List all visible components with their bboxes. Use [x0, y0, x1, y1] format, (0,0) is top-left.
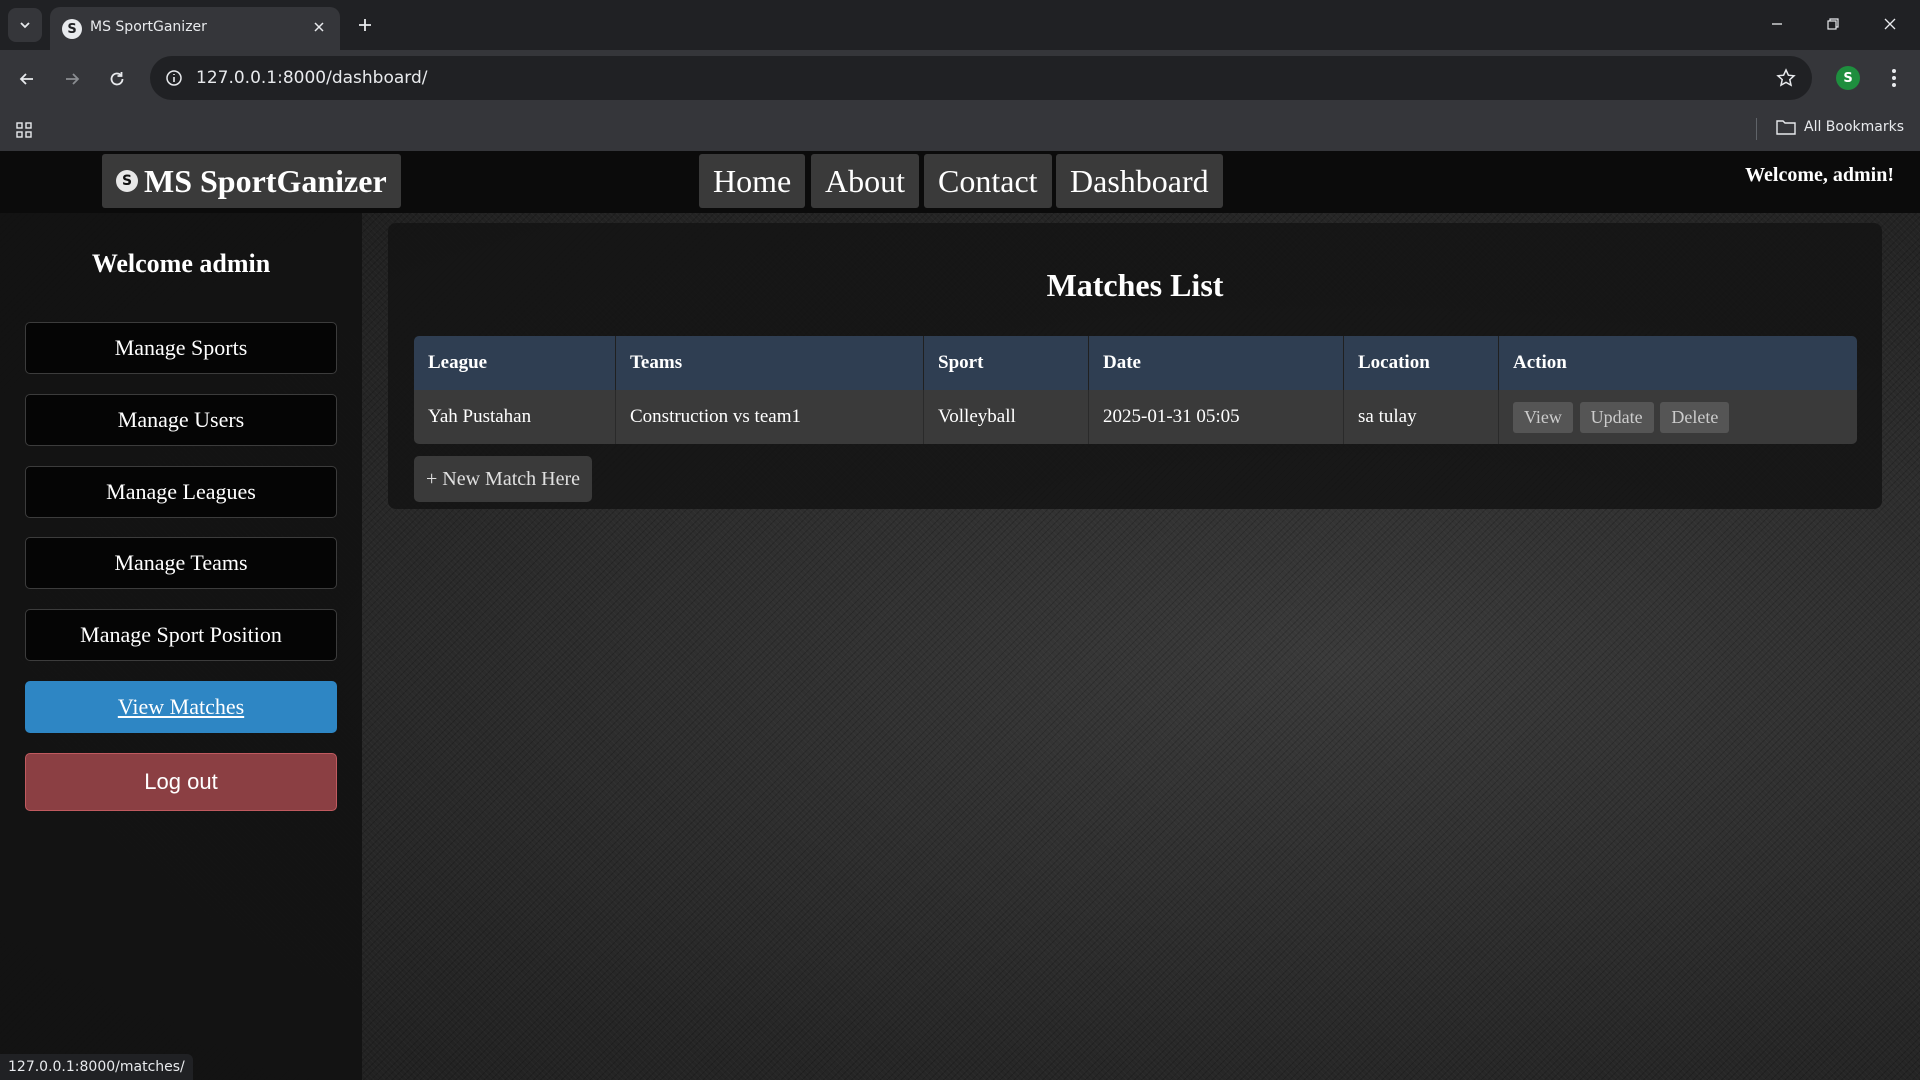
- sidebar-item-manage-sports[interactable]: Manage Sports: [25, 322, 337, 374]
- bookmark-star-icon[interactable]: [1774, 66, 1798, 90]
- reload-button[interactable]: [102, 64, 132, 94]
- reload-icon: [110, 72, 124, 86]
- status-bar-url: 127.0.0.1:8000/matches/: [0, 1054, 193, 1080]
- site-info-icon[interactable]: [162, 66, 186, 90]
- header-location: Location: [1344, 336, 1499, 390]
- browser-toolbar: 127.0.0.1:8000/dashboard/: [0, 50, 1920, 108]
- cell-sport: Volleyball: [924, 390, 1089, 444]
- sidebar-item-view-matches[interactable]: View Matches: [25, 681, 337, 733]
- cell-date: 2025-01-31 05:05: [1089, 390, 1344, 444]
- welcome-user: Welcome, admin!: [1745, 164, 1894, 186]
- tab-search-button[interactable]: [8, 8, 42, 42]
- browser-tabstrip: S MS SportGanizer: [0, 0, 1920, 50]
- nav-about[interactable]: About: [811, 154, 919, 208]
- browser-menu-icon[interactable]: [1882, 64, 1906, 92]
- sidebar-item-manage-leagues[interactable]: Manage Leagues: [25, 466, 337, 518]
- nav-contact[interactable]: Contact: [924, 154, 1052, 208]
- plus-icon: [359, 19, 371, 31]
- header-sport: Sport: [924, 336, 1089, 390]
- cell-league: Yah Pustahan: [414, 390, 616, 444]
- sidebar: Welcome admin Manage Sports Manage Users…: [0, 213, 362, 1080]
- arrow-left-icon: [19, 73, 33, 85]
- address-bar[interactable]: 127.0.0.1:8000/dashboard/: [150, 56, 1812, 100]
- new-match-button[interactable]: + New Match Here: [414, 456, 592, 502]
- profile-avatar[interactable]: S: [1836, 66, 1860, 90]
- tab-close-button[interactable]: [308, 16, 330, 38]
- site-favicon-icon: S: [62, 19, 82, 39]
- apps-grid-icon[interactable]: [12, 118, 36, 142]
- table-header-row: League Teams Sport Date Location Action: [414, 336, 1857, 390]
- table-row: Yah Pustahan Construction vs team1 Volle…: [414, 390, 1857, 444]
- close-window-button[interactable]: [1872, 10, 1908, 38]
- header-league: League: [414, 336, 616, 390]
- cell-teams: Construction vs team1: [616, 390, 924, 444]
- close-icon: [1884, 18, 1896, 30]
- all-bookmarks-button[interactable]: All Bookmarks: [1776, 119, 1904, 135]
- header-date: Date: [1089, 336, 1344, 390]
- update-button[interactable]: Update: [1579, 401, 1654, 433]
- back-button[interactable]: [12, 64, 42, 94]
- site-navbar: S MS SportGanizer Home About Contact Das…: [0, 151, 1920, 213]
- matches-panel: Matches List League Teams Sport Date Loc…: [388, 223, 1882, 509]
- minimize-button[interactable]: [1759, 10, 1795, 38]
- header-teams: Teams: [616, 336, 924, 390]
- browser-tab[interactable]: S MS SportGanizer: [50, 7, 340, 50]
- page-title: Matches List: [1046, 267, 1224, 303]
- restore-icon: [1827, 18, 1839, 30]
- sidebar-item-manage-users[interactable]: Manage Users: [25, 394, 337, 446]
- cell-location: sa tulay: [1344, 390, 1499, 444]
- restore-button[interactable]: [1815, 10, 1851, 38]
- matches-table: League Teams Sport Date Location Action …: [414, 336, 1857, 444]
- header-action: Action: [1499, 336, 1857, 390]
- logout-button[interactable]: Log out: [25, 753, 337, 811]
- tab-title: MS SportGanizer: [90, 19, 207, 35]
- view-button[interactable]: View: [1513, 401, 1573, 433]
- all-bookmarks-label: All Bookmarks: [1804, 119, 1905, 135]
- sidebar-item-manage-sport-position[interactable]: Manage Sport Position: [25, 609, 337, 661]
- minimize-icon: [1772, 23, 1782, 25]
- sidebar-item-manage-teams[interactable]: Manage Teams: [25, 537, 337, 589]
- sidebar-title: Welcome admin: [91, 249, 271, 278]
- brand-name: MS SportGanizer: [144, 162, 387, 199]
- brand-link[interactable]: S MS SportGanizer: [102, 154, 401, 208]
- nav-home[interactable]: Home: [699, 154, 806, 208]
- arrow-right-icon: [66, 73, 80, 85]
- forward-button[interactable]: [57, 64, 87, 94]
- new-tab-button[interactable]: [352, 12, 378, 38]
- address-url[interactable]: 127.0.0.1:8000/dashboard/: [196, 68, 427, 88]
- nav-dashboard[interactable]: Dashboard: [1056, 154, 1223, 208]
- page-content: S MS SportGanizer Home About Contact Das…: [0, 151, 1920, 1080]
- bookmarks-bar: All Bookmarks: [0, 108, 1920, 151]
- close-icon: [314, 22, 324, 32]
- bookmarks-divider: [1756, 118, 1757, 140]
- folder-icon: [1776, 120, 1796, 135]
- chevron-down-icon: [20, 22, 30, 29]
- delete-button[interactable]: Delete: [1660, 401, 1730, 433]
- brand-logo-icon: S: [116, 170, 138, 192]
- cell-actions: View Update Delete: [1499, 390, 1857, 444]
